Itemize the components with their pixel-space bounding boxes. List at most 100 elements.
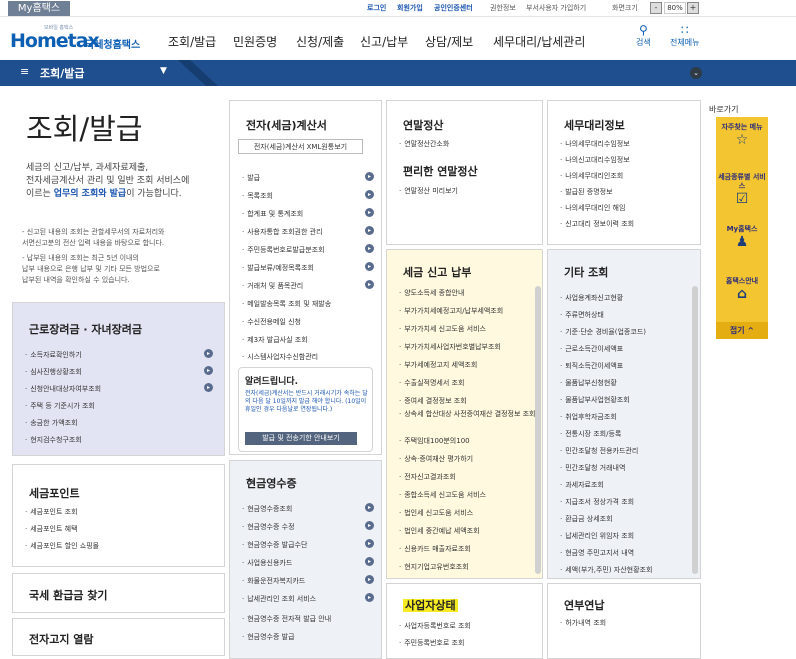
scrollbar[interactable] (535, 286, 541, 574)
list-item[interactable]: 나의신고대리수임정보 (560, 155, 629, 165)
nav-consult[interactable]: 상담/제보 (425, 33, 473, 50)
list-item[interactable]: 납세관리인 위임자 조회 (560, 531, 634, 541)
list-item[interactable]: 주택 등 기준시가 조회 (25, 401, 95, 411)
my-hometax-tab[interactable]: My홈택스 (8, 1, 70, 16)
zoom-in-button[interactable]: + (687, 2, 699, 14)
list-item[interactable]: 송금한 가액조회 (25, 418, 77, 428)
list-item[interactable]: 세금포인트 할인 쇼핑몰 (25, 541, 99, 551)
quick-guide[interactable]: 홈택스안내 ⌂ (716, 277, 768, 302)
dept-user-link[interactable]: 부서사용자 가입하기 (526, 3, 586, 13)
list-item[interactable]: 기준·단순 경비율(업종코드) (560, 327, 646, 337)
current-location[interactable]: 조회/발급 (40, 65, 85, 81)
list-item[interactable]: 양도소득세 종합안내 (399, 288, 464, 298)
list-item[interactable]: 주민등록번호로발급분조회 (242, 245, 324, 255)
chevron-down-icon[interactable]: ▼ (160, 66, 167, 76)
quick-my-hometax[interactable]: My홈택스 ♟ (716, 225, 768, 250)
quick-favorite[interactable]: 자주찾는 메뉴 ☆ (716, 123, 768, 148)
list-item[interactable]: 사용자통합 조회권한 관리 (242, 227, 322, 237)
hometax-logo[interactable]: 모바일 홈택스 Hometax 국세청홈택스 (10, 24, 142, 56)
cert-center-link[interactable]: 공인인증센터 (434, 3, 473, 13)
list-item[interactable]: 화물운전자복지카드 (242, 576, 305, 586)
list-item[interactable]: 상속세 합산대상 사전증여재산 결정정보 조회 (399, 410, 537, 419)
list-item[interactable]: 세금포인트 혜택 (25, 524, 77, 534)
list-item[interactable]: 현금영수증 발급 (242, 632, 294, 642)
arrow-right-icon[interactable]: ▸ (365, 539, 374, 548)
list-item[interactable]: 메일발송목록 조회 및 재발송 (242, 299, 331, 309)
list-item[interactable]: 목록조회 (242, 191, 273, 201)
nav-report[interactable]: 신고/납부 (360, 33, 408, 50)
list-item[interactable]: 나의세무대리수임정보 (560, 139, 629, 149)
list-item[interactable]: 근로소득간이세액표 (560, 344, 623, 354)
refund-panel[interactable]: 국세 환급금 찾기 (12, 573, 225, 613)
list-item[interactable]: 물품납부사업현황조회 (560, 395, 629, 405)
list-item[interactable]: 합계표 및 통계조회 (242, 209, 303, 219)
zoom-out-button[interactable]: - (650, 2, 662, 14)
arrow-right-icon[interactable]: ▸ (365, 575, 374, 584)
list-item[interactable]: 종합소득세 신고도움 서비스 (399, 490, 486, 500)
arrow-right-icon[interactable]: ▸ (365, 226, 374, 235)
arrow-right-icon[interactable]: ▸ (365, 557, 374, 566)
list-item[interactable]: 허가내역 조회 (560, 618, 606, 628)
collapse-button[interactable]: 접기 ^ (716, 322, 768, 339)
search-button[interactable]: ⚲ 검색 (636, 24, 651, 48)
list-item[interactable]: 세액(부가,주민) 자산현황조회 (560, 565, 652, 575)
list-item[interactable]: 주택임대100분의100 (399, 436, 469, 446)
xml-view-button[interactable]: 전자(세금)계산서 XML원통보기 (238, 139, 363, 154)
list-item[interactable]: 법인세 중간예납 세액조회 (399, 526, 479, 536)
list-item[interactable]: 나의세무대리인조회 (560, 171, 623, 181)
list-item[interactable]: 전통시장 조회/등록 (560, 429, 621, 439)
arrow-right-icon[interactable]: ▸ (204, 383, 213, 392)
list-item[interactable]: 퇴직소득간이세액표 (560, 361, 623, 371)
list-item[interactable]: 시스템사업자수신함관리 (242, 352, 318, 362)
e-notice-panel[interactable]: 전자고지 열람 (12, 618, 225, 656)
join-link[interactable]: 회원가입 (397, 3, 423, 13)
list-item[interactable]: 사업자등록번호로 조회 (399, 621, 471, 631)
nav-inquiry[interactable]: 조회/발급 (168, 33, 216, 50)
arrow-right-icon[interactable]: ▸ (365, 244, 374, 253)
list-item[interactable]: 수신전용메일 신청 (242, 317, 301, 327)
arrow-right-icon[interactable]: ▸ (365, 521, 374, 530)
list-item[interactable]: 증여세 결정정보 조회 (399, 396, 466, 406)
arrow-right-icon[interactable]: ▸ (365, 172, 374, 181)
list-item[interactable]: 수출실적명세서 조회 (399, 378, 464, 388)
list-item[interactable]: 주류면허상태 (560, 310, 604, 320)
arrow-right-icon[interactable]: ▸ (204, 366, 213, 375)
auth-link[interactable]: 권한정보 (490, 3, 516, 13)
menu-icon[interactable]: ≡ (20, 65, 29, 78)
list-item[interactable]: 세금포인트 조회 (25, 507, 77, 517)
list-item[interactable]: 주민등록번호로 조회 (399, 638, 464, 648)
list-item[interactable]: 부가가치세사업자번호별납부조회 (399, 342, 501, 352)
list-item[interactable]: 거래처 및 품목관리 (242, 281, 303, 291)
list-item[interactable]: 심사진행상황조회 (25, 367, 82, 377)
list-item[interactable]: 발급보류/예정목록조회 (242, 263, 314, 273)
list-item[interactable]: 전자신고결과조회 (399, 472, 456, 482)
nav-tax-agent[interactable]: 세무대리/납세관리 (493, 33, 585, 50)
list-item[interactable]: 민간조달청 거래내역 (560, 463, 625, 473)
all-menu-button[interactable]: ∷ 전체메뉴 (670, 24, 699, 48)
list-item[interactable]: 상속·증여재산 평가하기 (399, 454, 473, 464)
list-item[interactable]: 부가가치세 신고도움 서비스 (399, 324, 486, 334)
list-item[interactable]: 부가가치세예정고지/납부세액조회 (399, 306, 503, 316)
arrow-right-icon[interactable]: ▸ (365, 208, 374, 217)
list-item[interactable]: 신고대리 정보이력 조회 (560, 219, 634, 229)
list-item[interactable]: 민간조달청 전용카드관리 (560, 446, 638, 456)
list-item[interactable]: 환급금 상세조회 (560, 514, 612, 524)
arrow-right-icon[interactable]: ▸ (365, 280, 374, 289)
list-item[interactable]: 연말정산 미리보기 (399, 186, 458, 196)
list-item[interactable]: 부가세예정고지 세액조회 (399, 360, 477, 370)
list-item[interactable]: 소득자료확인하기 (25, 350, 82, 360)
list-item[interactable]: 현금영 주민고지서 내역 (560, 548, 634, 558)
quick-tax-service[interactable]: 세금종류별 서비스 ☑ (716, 173, 768, 207)
list-item[interactable]: 지급조서 정상가격 조회 (560, 497, 634, 507)
list-item[interactable]: 사업용계좌신고현황 (560, 293, 623, 303)
login-link[interactable]: 로그인 (367, 3, 386, 13)
list-item[interactable]: 나의세무대리인 해임 (560, 203, 625, 213)
list-item[interactable]: 사업용신용카드 (242, 558, 292, 568)
arrow-right-icon[interactable]: ▸ (365, 190, 374, 199)
arrow-right-icon[interactable]: ▸ (365, 503, 374, 512)
arrow-right-icon[interactable]: ▸ (365, 262, 374, 271)
list-item[interactable]: 현금영수증 발급수단 (242, 540, 307, 550)
arrow-right-icon[interactable]: ▸ (204, 349, 213, 358)
list-item[interactable]: 현지기업고유번호조회 (399, 562, 468, 572)
list-item[interactable]: 연말정산간소화 (399, 139, 449, 149)
